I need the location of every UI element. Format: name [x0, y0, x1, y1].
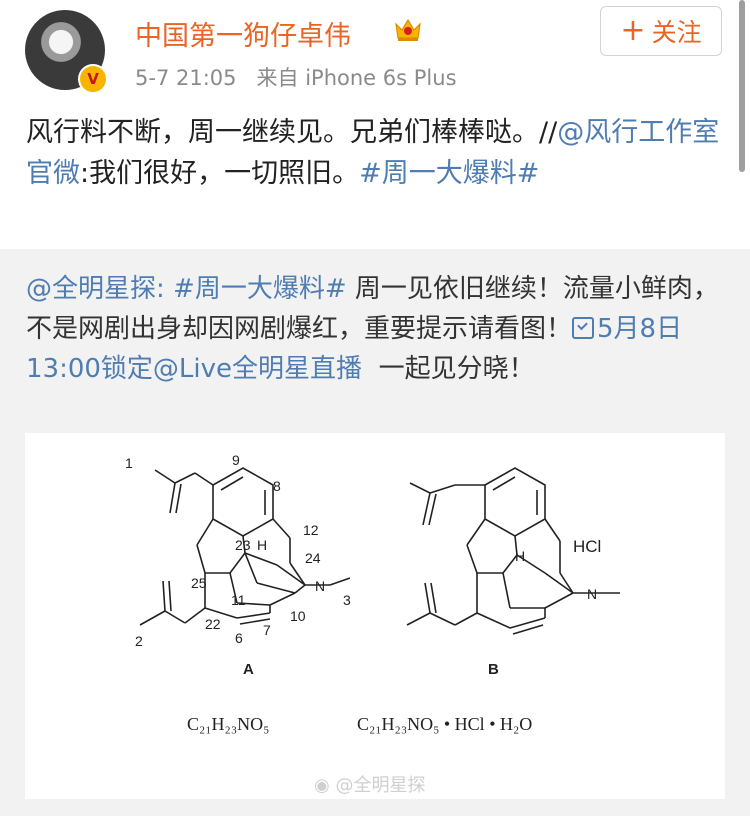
source-prefix: 来自 — [256, 66, 299, 90]
caption-b: B — [488, 661, 499, 678]
atom-label: 8 — [273, 478, 281, 494]
follow-button[interactable]: + 关注 — [600, 6, 722, 56]
atom-label: 24 — [305, 550, 321, 566]
calendar-icon — [572, 317, 595, 339]
atom-labels: 1 9 8 12 23 H 24 N 3 25 11 10 7 6 22 2 H… — [125, 452, 597, 649]
atom-label: N — [315, 578, 325, 594]
weibo-logo-icon: ◉ — [314, 775, 330, 796]
formula-a: C₂₁H₂₃NO₅ — [187, 714, 270, 734]
device-source[interactable]: iPhone 6s Plus — [305, 66, 456, 90]
atom-label: 1 — [125, 455, 133, 471]
atom-label: 12 — [303, 522, 319, 538]
atom-label: H — [257, 537, 267, 553]
weibo-post: V 中国第一狗仔卓伟 5-7 21:05 来自 iPhone 6s Plus +… — [0, 0, 750, 249]
verified-badge-icon: V — [78, 64, 108, 94]
vip-crown-icon — [395, 18, 421, 41]
retweet-colon: : — [156, 274, 165, 304]
plus-icon: + — [620, 13, 646, 48]
atom-label: H — [515, 548, 525, 564]
retweet-mention-link[interactable]: @全明星探 — [26, 274, 156, 304]
atom-label: 6 — [235, 630, 243, 646]
post-time: 5-7 21:05 — [135, 66, 237, 90]
hashtag-link[interactable]: #周一大爆料# — [359, 158, 539, 189]
retweet-hashtag-link[interactable]: #周一大爆料# — [173, 274, 347, 304]
caption-a: A — [243, 661, 254, 678]
atom-label: 22 — [205, 616, 221, 632]
post-text: 风行料不断，周一继续见。兄弟们棒棒哒。//@风行工作室官微:我们很好，一切照旧。… — [26, 112, 726, 194]
scrollbar[interactable] — [739, 0, 745, 172]
atom-label: 2 — [135, 633, 143, 649]
atom-label: 23 — [235, 537, 251, 553]
post-text-part2: :我们很好，一切照旧。 — [80, 158, 360, 189]
atom-label: 9 — [232, 452, 240, 468]
atom-label: 3 — [343, 592, 351, 608]
watermark-text: @全明星探 — [335, 775, 426, 796]
structure-drawing: 1 9 8 12 23 H 24 N 3 25 11 10 7 6 22 2 H… — [125, 452, 620, 649]
post-text-part1: 风行料不断，周一继续见。兄弟们棒棒哒。// — [26, 117, 558, 148]
atom-label: 25 — [191, 575, 207, 591]
post-meta: 5-7 21:05 来自 iPhone 6s Plus — [135, 62, 457, 92]
retweet-text: @全明星探: #周一大爆料# 周一见依旧继续！流量小鲜肉，不是网剧出身却因网剧爆… — [26, 269, 726, 389]
atom-label: 11 — [231, 592, 246, 608]
follow-label: 关注 — [651, 18, 702, 47]
atom-label: 7 — [263, 622, 271, 638]
atom-label: N — [587, 586, 597, 602]
atom-label: 10 — [290, 608, 306, 624]
watermark: ◉ @全明星探 — [314, 771, 425, 797]
hcl-label: HCl — [573, 537, 602, 556]
formula-b: C₂₁H₂₃NO₅ • HCl • H₂O — [357, 714, 533, 734]
post-image[interactable]: 1 9 8 12 23 H 24 N 3 25 11 10 7 6 22 2 H… — [25, 433, 725, 799]
retweet-text-part2: 一起见分晓！ — [378, 354, 535, 384]
author-name[interactable]: 中国第一狗仔卓伟 — [135, 14, 351, 53]
